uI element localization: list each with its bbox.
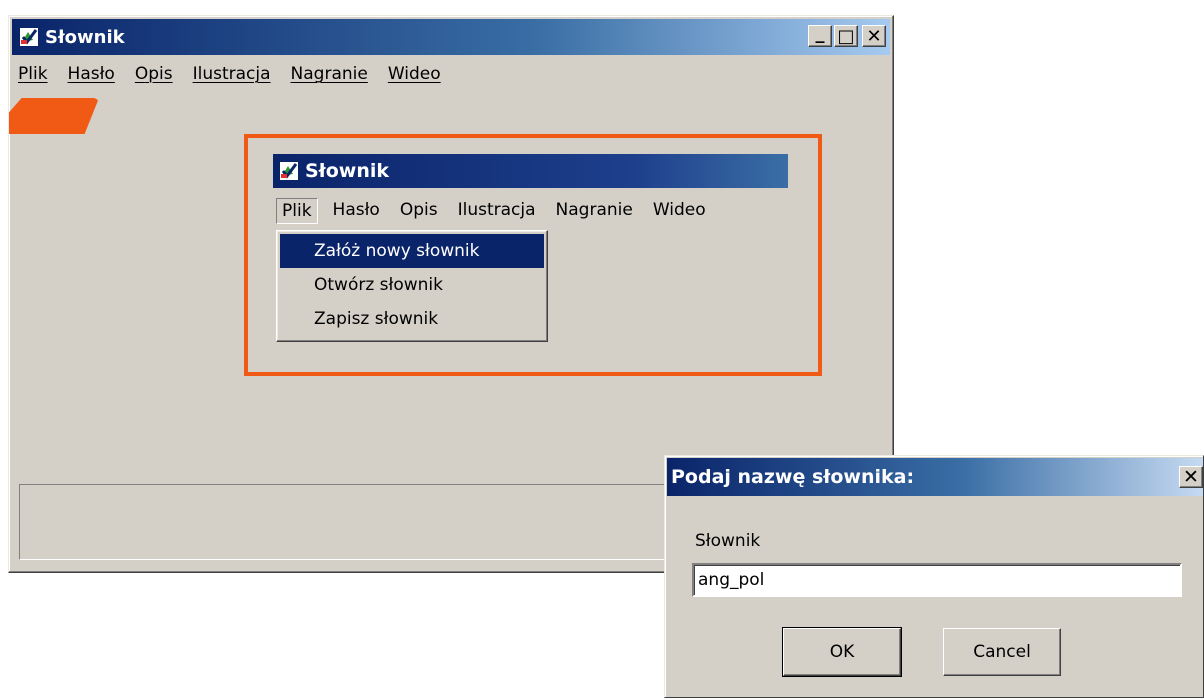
main-window-title: Słownik <box>45 26 125 48</box>
maximize-button[interactable]: □ <box>834 25 858 47</box>
maximize-icon: □ <box>837 25 855 47</box>
inset-window-title: Słownik <box>305 160 390 182</box>
inset-screenshot: Słownik Plik Hasło Opis Ilustracja Nagra… <box>268 154 788 346</box>
minimize-button[interactable]: _ <box>808 22 832 47</box>
inset-menu-wideo[interactable]: Wideo <box>648 198 711 224</box>
inset-menu-nagranie[interactable]: Nagranie <box>551 198 638 224</box>
inset-menubar: Plik Hasło Opis Ilustracja Nagranie Wide… <box>276 198 711 224</box>
menu-item-open-dictionary[interactable]: Otwórz słownik <box>280 268 544 302</box>
inset-menu-haslo[interactable]: Hasło <box>328 198 385 224</box>
inset-menu-plik[interactable]: Plik <box>276 198 318 224</box>
dialog-caption-buttons: ✕ <box>1179 466 1203 488</box>
ok-button[interactable]: OK <box>783 628 901 676</box>
plik-dropdown-menu: Załóż nowy słownik Otwórz słownik Zapisz… <box>276 230 548 342</box>
name-dialog: Podaj nazwę słownika: ✕ Słownik OK Cance… <box>664 455 1204 698</box>
dictionary-label: Słownik <box>695 531 761 551</box>
menu-plik[interactable]: Plik <box>15 62 51 86</box>
menu-ilustracja[interactable]: Ilustracja <box>190 62 274 86</box>
menu-haslo[interactable]: Hasło <box>65 62 118 86</box>
caption-buttons: _ □ ✕ <box>808 22 886 47</box>
dialog-titlebar[interactable]: Podaj nazwę słownika: ✕ <box>667 458 1203 496</box>
main-titlebar[interactable]: Słownik _ □ ✕ <box>12 19 890 55</box>
minimize-icon: _ <box>815 22 825 44</box>
inset-app-icon <box>279 161 299 181</box>
menu-nagranie[interactable]: Nagranie <box>288 62 371 86</box>
menu-opis[interactable]: Opis <box>132 62 176 86</box>
app-icon <box>19 27 39 47</box>
menu-wideo[interactable]: Wideo <box>385 62 444 86</box>
close-icon: ✕ <box>866 25 882 47</box>
menu-item-new-dictionary[interactable]: Załóż nowy słownik <box>280 234 544 268</box>
cancel-button[interactable]: Cancel <box>943 628 1061 676</box>
dialog-title: Podaj nazwę słownika: <box>671 466 915 488</box>
dictionary-name-input[interactable] <box>692 563 1182 597</box>
inset-menu-opis[interactable]: Opis <box>395 198 443 224</box>
inset-titlebar: Słownik <box>273 154 788 188</box>
orange-pointer-mark <box>9 98 99 134</box>
inset-menu-ilustracja[interactable]: Ilustracja <box>453 198 541 224</box>
close-icon: ✕ <box>1183 466 1199 488</box>
dialog-close-button[interactable]: ✕ <box>1179 466 1203 488</box>
menu-item-save-dictionary[interactable]: Zapisz słownik <box>280 302 544 336</box>
close-button[interactable]: ✕ <box>862 25 886 47</box>
main-menubar: Plik Hasło Opis Ilustracja Nagranie Wide… <box>15 62 444 86</box>
